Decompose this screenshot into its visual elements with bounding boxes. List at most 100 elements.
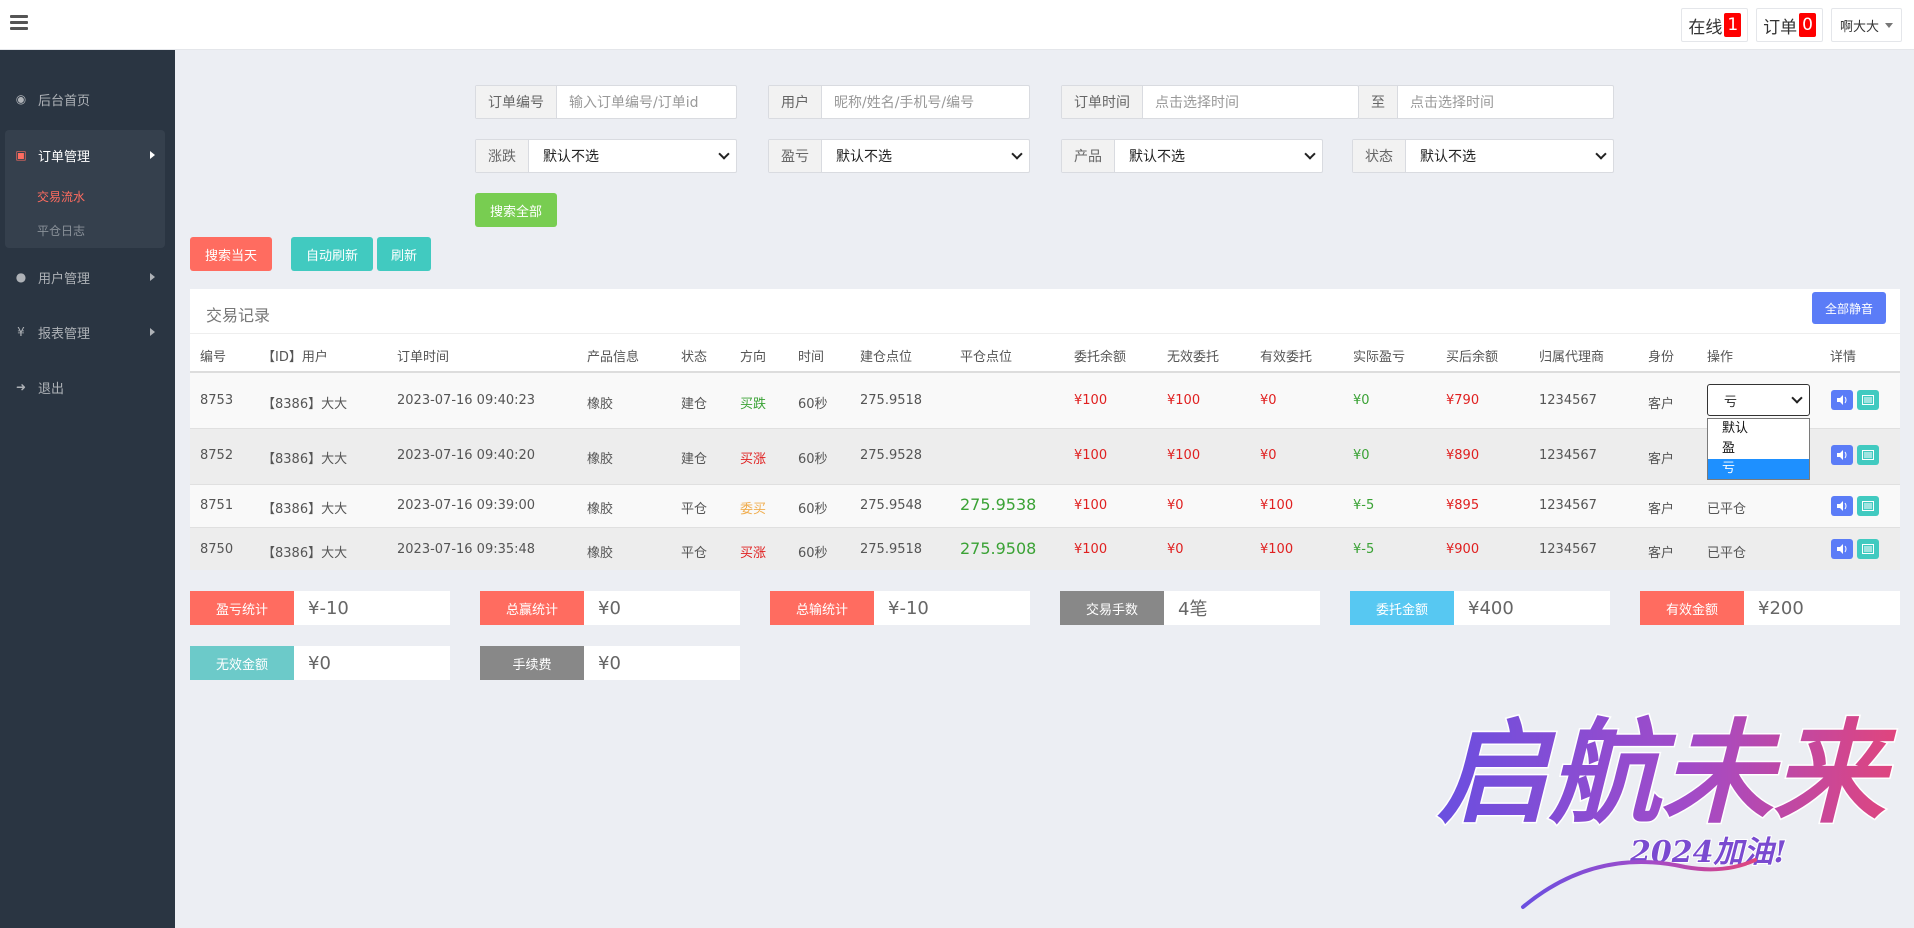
- cell-valid: ¥100: [1260, 542, 1294, 557]
- sound-button[interactable]: [1831, 539, 1853, 559]
- cell-close: 275.9538: [960, 495, 1037, 514]
- refresh-button[interactable]: 刷新: [377, 237, 431, 271]
- cell-op: 已平仓: [1707, 546, 1747, 561]
- user-menu-button[interactable]: 啊大大: [1830, 8, 1902, 42]
- online-users-button[interactable]: 在线 1: [1681, 8, 1749, 42]
- cell-invalid: ¥100: [1167, 448, 1201, 463]
- auto-refresh-button[interactable]: 自动刷新: [291, 237, 373, 271]
- col-header: 平仓点位: [960, 350, 1013, 365]
- col-header: 【ID】用户: [262, 350, 328, 365]
- cell-valid: ¥0: [1260, 448, 1277, 463]
- search-today-button[interactable]: 搜索当天: [190, 237, 272, 271]
- cell-open: 275.9548: [860, 498, 923, 513]
- cell-user: 【8386】大大: [262, 397, 348, 412]
- col-header: 编号: [200, 350, 227, 365]
- table-row: 8750 【8386】大大 2023-07-16 09:35:48 橡胶 平仓 …: [190, 528, 1900, 570]
- sidebar-item-label: 后台首页: [38, 93, 91, 109]
- chevron-down-icon: [1791, 392, 1803, 404]
- detail-button[interactable]: [1857, 539, 1879, 559]
- cell-invalid: ¥0: [1167, 498, 1184, 513]
- orders-button[interactable]: 订单 0: [1756, 8, 1823, 42]
- order-no-field: 订单编号 输入订单编号/订单id: [475, 85, 737, 119]
- sound-button[interactable]: [1831, 496, 1853, 516]
- cell-entrust: ¥100: [1074, 448, 1108, 463]
- detail-button[interactable]: [1857, 390, 1879, 410]
- dropdown-option-selected[interactable]: 亏: [1708, 459, 1809, 479]
- start-time-input[interactable]: 点击选择时间: [1143, 86, 1358, 118]
- chevron-right-icon: [150, 328, 155, 336]
- result-select[interactable]: 亏: [1707, 384, 1810, 416]
- trade-records-panel: 交易记录 全部静音 编号 【ID】用户 订单时间 产品信息 状态 方向 时间 建…: [190, 289, 1900, 570]
- col-header: 实际盈亏: [1353, 350, 1406, 365]
- sidebar-subitem-close-log[interactable]: 平仓日志: [37, 222, 85, 239]
- sidebar-item-logout[interactable]: ➜ 退出: [0, 367, 175, 407]
- sidebar-item-label: 报表管理: [38, 326, 91, 342]
- detail-button[interactable]: [1857, 445, 1879, 465]
- list-icon: [1862, 544, 1874, 554]
- sidebar-item-dashboard[interactable]: ◉ 后台首页: [0, 79, 175, 119]
- status-label: 状态: [1353, 140, 1406, 172]
- orders-count-badge: 0: [1799, 13, 1816, 37]
- stat-value: ¥200: [1758, 597, 1804, 619]
- status-value: 默认不选: [1420, 149, 1476, 165]
- top-right-toolbar: 在线 1 订单 0 啊大大: [1681, 8, 1902, 42]
- sound-button[interactable]: [1831, 445, 1853, 465]
- result-dropdown-list: 默认 盈 亏: [1707, 418, 1810, 480]
- status-select[interactable]: 默认不选: [1406, 140, 1613, 172]
- watermark-main-text: 启航未来: [1437, 708, 1897, 839]
- dropdown-option[interactable]: 盈: [1708, 439, 1809, 459]
- chevron-down-icon: [1595, 148, 1607, 160]
- cell-product: 橡胶: [587, 502, 614, 517]
- product-field: 产品 默认不选: [1061, 139, 1323, 173]
- detail-button[interactable]: [1857, 496, 1879, 516]
- orders-icon: ▣: [15, 148, 27, 162]
- menu-toggle-icon[interactable]: [10, 15, 28, 31]
- cell-agent: 1234567: [1539, 393, 1597, 408]
- search-all-button[interactable]: 搜索全部: [475, 193, 557, 227]
- chevron-down-icon: [1304, 148, 1316, 160]
- list-icon: [1862, 501, 1874, 511]
- stat-win-total: 总赢统计 ¥0: [480, 591, 740, 625]
- sidebar-item-reports[interactable]: ¥ 报表管理: [0, 312, 175, 352]
- cell-pl: ¥0: [1353, 448, 1370, 463]
- cell-open: 275.9518: [860, 542, 923, 557]
- mute-all-button[interactable]: 全部静音: [1812, 292, 1886, 324]
- sidebar-item-orders[interactable]: ▣ 订单管理: [0, 135, 175, 175]
- cell-role: 客户: [1648, 452, 1675, 467]
- sound-button[interactable]: [1831, 390, 1853, 410]
- cell-product: 橡胶: [587, 452, 614, 467]
- cell-invalid: ¥0: [1167, 542, 1184, 557]
- stat-trade-count: 交易手数 4笔: [1060, 591, 1320, 625]
- stat-label: 有效金额: [1640, 591, 1744, 625]
- product-select[interactable]: 默认不选: [1115, 140, 1322, 172]
- col-header: 操作: [1707, 350, 1734, 365]
- order-no-label: 订单编号: [476, 86, 557, 118]
- stat-label: 手续费: [480, 646, 584, 680]
- stat-pl-total: 盈亏统计 ¥-10: [190, 591, 450, 625]
- end-time-input[interactable]: 点击选择时间: [1398, 86, 1613, 118]
- user-name: 啊大大: [1839, 19, 1879, 35]
- updown-select[interactable]: 默认不选: [529, 140, 736, 172]
- stat-value: ¥-10: [888, 597, 929, 619]
- stat-label: 委托金额: [1350, 591, 1454, 625]
- pl-select[interactable]: 默认不选: [822, 140, 1029, 172]
- col-header: 委托余额: [1074, 350, 1127, 365]
- dashboard-icon: ◉: [15, 92, 27, 106]
- cell-status: 平仓: [681, 546, 708, 561]
- order-no-input[interactable]: 输入订单编号/订单id: [557, 86, 736, 118]
- stat-entrust-amount: 委托金额 ¥400: [1350, 591, 1610, 625]
- updown-label: 涨跌: [476, 140, 529, 172]
- dropdown-option[interactable]: 默认: [1708, 419, 1809, 439]
- stat-value: 4笔: [1178, 599, 1208, 620]
- sidebar-subitem-trade-flow[interactable]: 交易流水: [37, 188, 85, 205]
- sidebar-item-users[interactable]: ● 用户管理: [0, 257, 175, 297]
- yen-icon: ¥: [17, 325, 25, 339]
- sidebar: ◉ 后台首页 ▣ 订单管理 交易流水 平仓日志 ● 用户管理 ¥ 报表管理 ➜ …: [0, 50, 175, 928]
- cell-status: 平仓: [681, 502, 708, 517]
- stat-value: ¥0: [308, 652, 331, 674]
- to-label: 至: [1359, 86, 1398, 118]
- stat-fee: 手续费 ¥0: [480, 646, 740, 680]
- user-search-input[interactable]: 昵称/姓名/手机号/编号: [822, 86, 1029, 118]
- col-header: 无效委托: [1167, 350, 1220, 365]
- cell-agent: 1234567: [1539, 542, 1597, 557]
